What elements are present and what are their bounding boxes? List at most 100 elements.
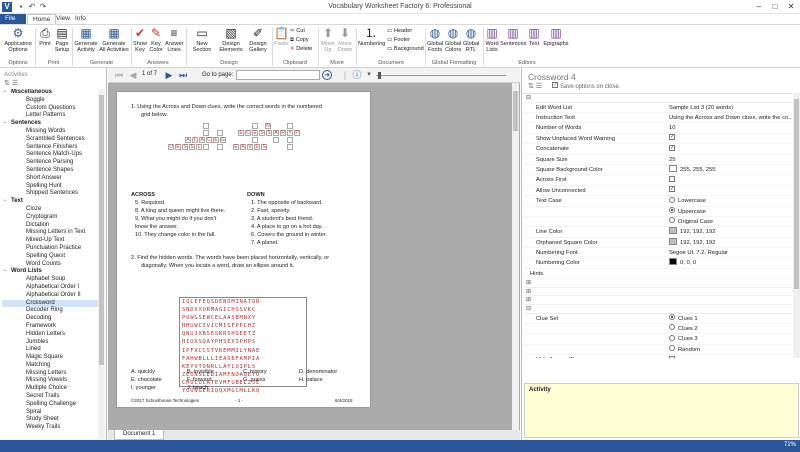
property-section-activity[interactable] bbox=[524, 94, 792, 103]
property-row[interactable]: Orphaned Square Color 192, 192, 192 bbox=[524, 237, 792, 249]
property-value[interactable]: Clues 1 bbox=[669, 314, 698, 324]
property-value[interactable]: ✓ bbox=[669, 186, 675, 196]
tree-item[interactable]: Spelling Challenge bbox=[2, 401, 98, 409]
radio-button[interactable] bbox=[669, 334, 675, 341]
checkbox[interactable] bbox=[669, 175, 675, 182]
tree-item[interactable]: Alphabet Soup bbox=[2, 276, 98, 284]
radio-button[interactable] bbox=[669, 217, 675, 224]
property-value[interactable]: 25 bbox=[669, 155, 675, 165]
tree-category[interactable]: Text bbox=[2, 198, 98, 206]
tree-item[interactable]: Scrambled Sentences bbox=[2, 136, 98, 144]
tree-item[interactable]: Framework bbox=[2, 323, 98, 331]
activities-scrollbar[interactable] bbox=[98, 89, 105, 439]
scrollbar-thumb[interactable] bbox=[99, 95, 104, 365]
sentences-button[interactable]: ▥ Sentences bbox=[500, 26, 526, 60]
tree-item[interactable]: Jumbles bbox=[2, 339, 98, 347]
word-lists-button[interactable]: ▥ Word Lists bbox=[485, 26, 499, 60]
footer-button[interactable]: ▭ Footer bbox=[387, 36, 410, 44]
tree-item[interactable]: Alphabetical Order II bbox=[2, 292, 98, 300]
tree-item[interactable]: Dictation bbox=[2, 222, 98, 230]
info-icon[interactable]: ⓘ bbox=[352, 70, 362, 80]
new-section-button[interactable]: ▭ New Section bbox=[188, 26, 216, 60]
numbering-button[interactable]: ⒈ Numbering bbox=[358, 26, 385, 60]
property-value[interactable]: Segoe UI, 7.2, Regular bbox=[669, 248, 728, 258]
tree-category[interactable]: Sentences bbox=[2, 120, 98, 128]
sort-icon[interactable]: ⇅ bbox=[528, 83, 534, 90]
property-row[interactable]: Clues 3 bbox=[524, 334, 792, 345]
property-value[interactable]: 192, 192, 192 bbox=[669, 237, 715, 248]
sort-icon[interactable]: ⇅ bbox=[4, 80, 10, 87]
tree-item[interactable]: Punctuation Practice bbox=[2, 245, 98, 253]
list-icon[interactable]: ☰ bbox=[536, 83, 542, 90]
property-row[interactable]: Hide Across Clues bbox=[524, 355, 792, 358]
radio-button[interactable] bbox=[669, 345, 675, 352]
color-swatch[interactable] bbox=[669, 237, 677, 245]
zoom-slider-handle[interactable] bbox=[378, 72, 381, 79]
property-row[interactable]: Number of Words 10 bbox=[524, 123, 792, 134]
property-row[interactable]: Numbering Color 0, 0, 0 bbox=[524, 258, 792, 269]
property-row[interactable]: Allow Unconnected ✓ bbox=[524, 186, 792, 197]
scrollbar-thumb[interactable] bbox=[794, 99, 799, 289]
tree-item[interactable]: Letter Patterns bbox=[2, 112, 98, 120]
tab-document-1[interactable]: Document 1 bbox=[114, 430, 165, 440]
global-rtl-button[interactable]: ◍ Global RTL bbox=[463, 26, 479, 60]
color-swatch[interactable] bbox=[669, 258, 677, 266]
tree-item[interactable]: Mixed-Up Text bbox=[2, 237, 98, 245]
radio-button[interactable] bbox=[669, 324, 675, 331]
property-value[interactable]: ✓ bbox=[669, 134, 675, 144]
go-arrow-icon[interactable]: ➜ bbox=[322, 70, 332, 80]
epigraphs-button[interactable]: ▥ Epigraphs bbox=[543, 26, 569, 60]
property-value[interactable]: Clues 3 bbox=[669, 334, 698, 344]
global-fonts-button[interactable]: ◍ Global Fonts bbox=[427, 26, 443, 60]
tree-item[interactable]: Spiral bbox=[2, 409, 98, 417]
show-key-button[interactable]: ✔ Show Key bbox=[133, 26, 147, 60]
color-swatch[interactable] bbox=[669, 227, 677, 235]
property-value[interactable]: Original Case bbox=[669, 217, 713, 227]
tree-item[interactable]: Cloze bbox=[2, 206, 98, 214]
first-page-icon[interactable]: ⏮ bbox=[114, 70, 124, 80]
tree-item[interactable]: Crossword bbox=[2, 299, 98, 308]
tree-item[interactable]: Custom Questions bbox=[2, 105, 98, 113]
property-row[interactable]: Text Case Lowercase bbox=[524, 196, 792, 207]
list-icon[interactable]: ☰ bbox=[12, 80, 18, 87]
tab-info[interactable]: Info bbox=[70, 14, 91, 24]
tree-item[interactable]: Weeky Trails bbox=[2, 424, 98, 432]
properties-scrollbar[interactable] bbox=[793, 93, 800, 358]
tree-item[interactable]: Secret Trails bbox=[2, 393, 98, 401]
property-value[interactable]: 0, 0, 0 bbox=[669, 258, 696, 268]
radio-button[interactable] bbox=[669, 206, 675, 213]
tree-item[interactable]: Lined bbox=[2, 346, 98, 354]
property-section-clues[interactable] bbox=[524, 305, 792, 314]
property-value[interactable]: ✓ bbox=[669, 144, 675, 154]
property-value[interactable]: 255, 255, 255 bbox=[669, 164, 715, 175]
header-button[interactable]: ▭ Header bbox=[387, 27, 412, 35]
tree-item[interactable]: Sentence Parsing bbox=[2, 159, 98, 167]
radio-button[interactable] bbox=[669, 314, 675, 321]
tree-item[interactable]: Cryptogram bbox=[2, 214, 98, 222]
design-elements-button[interactable]: ▧ Design Elements bbox=[218, 26, 244, 60]
property-value[interactable]: Uppercase bbox=[669, 206, 706, 217]
property-row[interactable]: Hints bbox=[524, 269, 792, 280]
checkbox[interactable] bbox=[669, 355, 675, 358]
last-page-icon[interactable]: ⏭ bbox=[178, 70, 188, 80]
tree-item[interactable]: Shipped Sentences bbox=[2, 190, 98, 198]
page-setup-button[interactable]: ▤ Page Setup bbox=[54, 26, 70, 60]
tree-item[interactable]: Missing Vowels bbox=[2, 377, 98, 385]
background-button[interactable]: ▭ Background bbox=[387, 45, 424, 53]
tree-item[interactable]: Decoding bbox=[2, 315, 98, 323]
print-button[interactable]: ⎙ Print bbox=[37, 26, 53, 60]
tree-item[interactable]: Boggle bbox=[2, 97, 98, 105]
property-value[interactable]: Using the Across and Down clues, write t… bbox=[669, 113, 792, 123]
paste-button[interactable]: 📋 Paste bbox=[274, 26, 289, 60]
tree-item[interactable]: Alphabetical Order I bbox=[2, 284, 98, 292]
checkbox[interactable]: ✓ bbox=[669, 186, 675, 193]
previous-page-icon[interactable]: ◀ bbox=[128, 70, 138, 80]
save-options-checkbox[interactable]: ✓ bbox=[552, 82, 559, 89]
tree-item[interactable]: Word Counts bbox=[2, 261, 98, 269]
tree-item[interactable]: Sentence Shapes bbox=[2, 167, 98, 175]
tree-item[interactable]: Spelling Hunt bbox=[2, 183, 98, 191]
property-section-word-bank[interactable] bbox=[524, 296, 792, 306]
property-row[interactable]: Uppercase bbox=[524, 206, 792, 217]
text-button[interactable]: ▥ Text bbox=[527, 26, 541, 60]
property-row[interactable]: Numbering Font Segoe UI, 7.2, Regular bbox=[524, 248, 792, 259]
